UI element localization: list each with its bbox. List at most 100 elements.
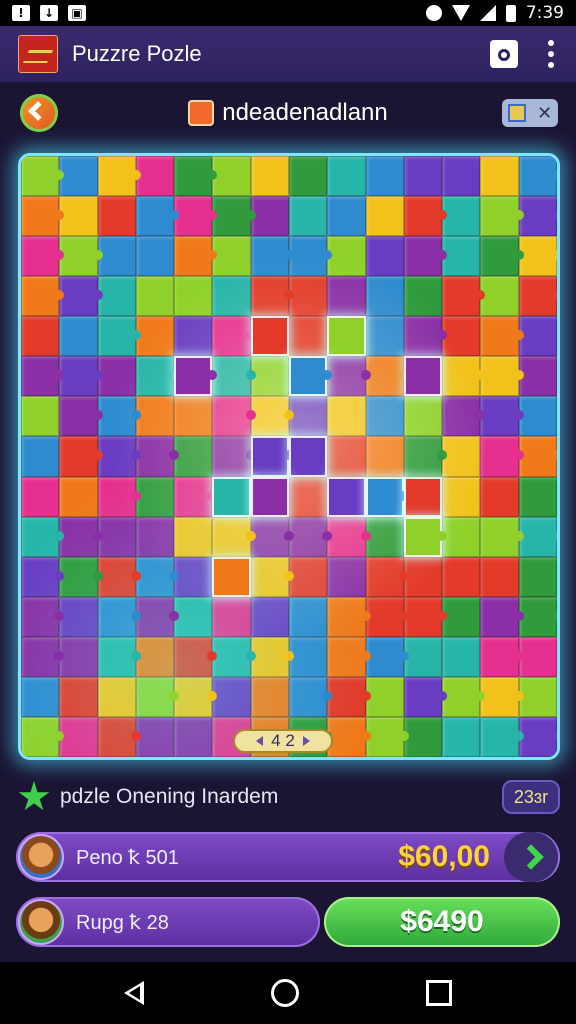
puzzle-piece[interactable] — [480, 716, 525, 757]
nav-home-icon[interactable] — [270, 979, 299, 1007]
puzzle-piece[interactable] — [518, 636, 557, 677]
puzzle-piece[interactable] — [135, 356, 180, 397]
puzzle-piece[interactable] — [403, 356, 443, 397]
puzzle-piece[interactable] — [480, 636, 525, 677]
puzzle-piece[interactable] — [327, 596, 371, 637]
puzzle-piece[interactable] — [518, 276, 557, 317]
puzzle-piece[interactable] — [250, 676, 289, 717]
nav-recent-icon[interactable] — [426, 980, 453, 1006]
puzzle-piece[interactable] — [442, 436, 481, 477]
puzzle-piece[interactable] — [480, 396, 525, 437]
puzzle-piece[interactable] — [480, 316, 525, 357]
puzzle-piece[interactable] — [518, 436, 557, 477]
puzzle-piece[interactable] — [403, 156, 443, 197]
puzzle-piece[interactable] — [135, 156, 175, 197]
puzzle-piece[interactable] — [288, 196, 328, 237]
puzzle-piece[interactable] — [365, 716, 410, 757]
puzzle-piece[interactable] — [97, 676, 136, 717]
puzzle-piece[interactable] — [327, 516, 371, 557]
puzzle-piece[interactable] — [442, 316, 481, 357]
puzzle-piece[interactable] — [135, 676, 180, 717]
puzzle-piece[interactable] — [59, 356, 103, 397]
puzzle-piece[interactable] — [365, 316, 404, 357]
puzzle-piece[interactable] — [97, 156, 142, 197]
puzzle-piece[interactable] — [21, 596, 65, 637]
puzzle-piece[interactable] — [288, 596, 328, 637]
puzzle-piece[interactable] — [403, 636, 443, 677]
puzzle-piece[interactable] — [21, 676, 60, 717]
puzzle-piece[interactable] — [212, 516, 257, 557]
puzzle-piece[interactable] — [480, 436, 525, 477]
puzzle-piece[interactable] — [21, 196, 65, 237]
share-icon[interactable] — [490, 40, 518, 68]
puzzle-piece[interactable] — [21, 476, 60, 517]
puzzle-board[interactable]: 4 2 — [18, 153, 560, 760]
puzzle-piece[interactable] — [21, 316, 60, 357]
puzzle-piece[interactable] — [174, 556, 213, 597]
puzzle-piece[interactable] — [365, 156, 404, 197]
puzzle-piece[interactable] — [135, 236, 175, 277]
puzzle-piece[interactable] — [250, 236, 295, 277]
puzzle-piece[interactable] — [403, 436, 448, 477]
puzzle-piece[interactable] — [97, 516, 136, 557]
puzzle-piece[interactable] — [518, 476, 557, 517]
puzzle-piece[interactable] — [97, 236, 136, 277]
puzzle-piece[interactable] — [174, 196, 218, 237]
puzzle-piece[interactable] — [327, 716, 371, 757]
puzzle-piece[interactable] — [365, 596, 410, 637]
puzzle-piece[interactable] — [21, 356, 65, 397]
chevron-right-icon[interactable] — [504, 832, 558, 882]
puzzle-piece[interactable] — [518, 396, 557, 437]
puzzle-piece[interactable] — [365, 636, 410, 677]
puzzle-piece[interactable] — [212, 356, 257, 397]
puzzle-piece[interactable] — [288, 676, 333, 717]
puzzle-piece[interactable] — [174, 516, 213, 557]
puzzle-piece[interactable] — [480, 276, 519, 317]
puzzle-piece[interactable] — [442, 356, 486, 397]
puzzle-piece[interactable] — [365, 556, 410, 597]
puzzle-piece[interactable] — [174, 316, 213, 357]
puzzle-piece[interactable] — [97, 436, 142, 477]
puzzle-piece[interactable] — [174, 236, 218, 277]
player-row-1[interactable]: Peno ꝁ 501 $60,00 — [16, 832, 560, 882]
puzzle-piece[interactable] — [59, 676, 98, 717]
puzzle-piece[interactable] — [59, 636, 98, 677]
puzzle-piece[interactable] — [442, 596, 481, 637]
puzzle-piece[interactable] — [442, 156, 481, 197]
puzzle-piece[interactable] — [365, 436, 404, 477]
puzzle-piece[interactable] — [21, 156, 65, 197]
puzzle-piece[interactable] — [327, 436, 366, 477]
puzzle-piece[interactable] — [442, 396, 486, 437]
puzzle-piece[interactable] — [442, 236, 481, 277]
puzzle-piece[interactable] — [174, 276, 213, 317]
puzzle-piece[interactable] — [97, 476, 142, 517]
puzzle-piece[interactable] — [250, 316, 289, 357]
puzzle-piece[interactable] — [518, 196, 557, 237]
puzzle-piece[interactable] — [174, 356, 218, 397]
puzzle-piece[interactable] — [135, 596, 180, 637]
puzzle-piece[interactable] — [365, 196, 404, 237]
puzzle-piece[interactable] — [327, 196, 366, 237]
puzzle-piece[interactable] — [480, 516, 525, 557]
puzzle-piece[interactable] — [250, 196, 289, 237]
puzzle-piece[interactable] — [250, 156, 289, 197]
puzzle-piece[interactable] — [97, 276, 136, 317]
puzzle-piece[interactable] — [250, 276, 295, 317]
puzzle-piece[interactable] — [518, 556, 557, 597]
puzzle-piece[interactable] — [442, 556, 481, 597]
puzzle-piece[interactable] — [365, 476, 410, 517]
puzzle-piece[interactable] — [97, 316, 142, 357]
puzzle-piece[interactable] — [403, 596, 448, 637]
puzzle-piece[interactable] — [135, 516, 175, 557]
puzzle-piece[interactable] — [174, 396, 213, 437]
puzzle-piece[interactable] — [403, 556, 443, 597]
puzzle-piece[interactable] — [365, 396, 404, 437]
puzzle-piece[interactable] — [59, 476, 98, 517]
puzzle-piece[interactable] — [174, 636, 218, 677]
puzzle-piece[interactable] — [288, 356, 333, 397]
puzzle-piece[interactable] — [250, 476, 289, 517]
page-next-icon[interactable] — [302, 736, 310, 746]
puzzle-piece[interactable] — [135, 476, 175, 517]
puzzle-piece[interactable] — [403, 516, 448, 557]
puzzle-piece[interactable] — [480, 236, 525, 277]
